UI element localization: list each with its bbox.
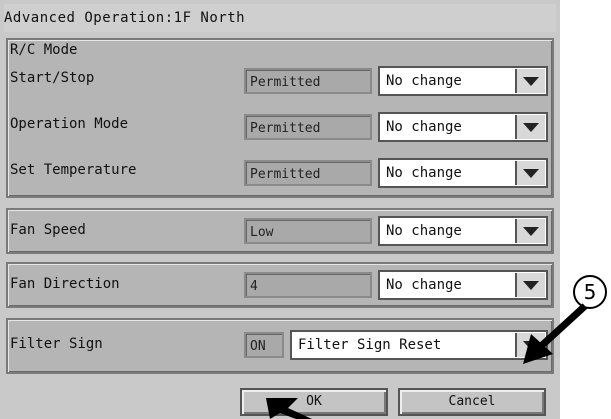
set-temperature-status: Permitted (244, 160, 372, 186)
start-stop-status: Permitted (244, 68, 372, 94)
fan-speed-select[interactable]: No change (378, 216, 548, 246)
triangle-down-icon[interactable] (515, 161, 545, 185)
arrow-icon (523, 303, 588, 364)
triangle-down-icon[interactable] (515, 219, 545, 243)
advanced-operation-dialog: Advanced Operation:1F North R/C Mode Sta… (0, 0, 560, 419)
fan-direction-select[interactable]: No change (378, 270, 548, 300)
dialog-title: Advanced Operation:1F North (4, 4, 556, 32)
operation-mode-select[interactable]: No change (378, 112, 548, 142)
filter-sign-status: ON (244, 332, 284, 358)
filter-sign-value: Filter Sign Reset (298, 337, 442, 353)
set-temperature-label: Set Temperature (10, 162, 137, 178)
fan-direction-value: No change (386, 277, 462, 293)
filter-sign-select[interactable]: Filter Sign Reset (290, 330, 548, 360)
fan-direction-status: 4 (244, 272, 372, 298)
start-stop-value: No change (386, 73, 462, 89)
arrow-icon (266, 398, 312, 419)
start-stop-select[interactable]: No change (378, 66, 548, 96)
fan-speed-value: No change (386, 223, 462, 239)
filter-sign-label: Filter Sign (10, 336, 103, 352)
fan-speed-label: Fan Speed (10, 222, 86, 238)
rc-mode-group: R/C Mode Start/Stop Permitted No change … (6, 38, 554, 198)
operation-mode-status: Permitted (244, 114, 372, 140)
cancel-button[interactable]: Cancel (398, 388, 546, 416)
triangle-down-icon[interactable] (515, 69, 545, 93)
operation-mode-label: Operation Mode (10, 116, 129, 132)
set-temperature-select[interactable]: No change (378, 158, 548, 188)
rc-mode-header: R/C Mode (10, 42, 78, 58)
start-stop-label: Start/Stop (10, 70, 95, 86)
filter-sign-group: Filter Sign ON Filter Sign Reset (6, 318, 554, 374)
fan-speed-group: Fan Speed Low No change (6, 208, 554, 254)
fan-speed-status: Low (244, 218, 372, 244)
operation-mode-value: No change (386, 119, 462, 135)
triangle-down-icon[interactable] (515, 115, 545, 139)
fan-direction-group: Fan Direction 4 No change (6, 262, 554, 308)
set-temperature-value: No change (386, 165, 462, 181)
triangle-down-icon[interactable] (515, 273, 545, 297)
fan-direction-label: Fan Direction (10, 276, 120, 292)
